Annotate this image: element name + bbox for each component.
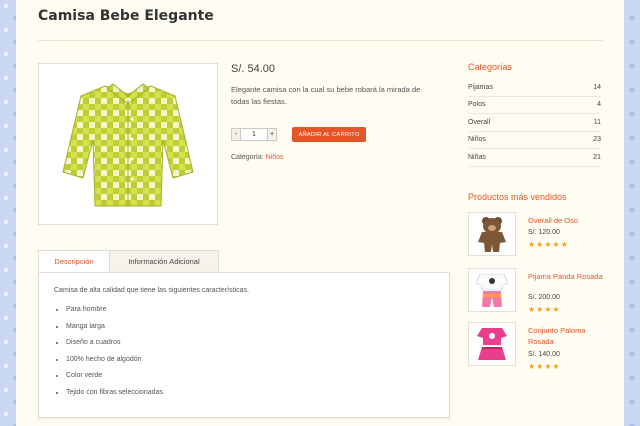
list-item: Color verde <box>66 372 163 389</box>
product-short-description: Elegante camisa con la cual su bebe roba… <box>231 85 421 106</box>
product-price: S/. 140.00 <box>528 351 560 358</box>
list-item: 100% hecho de algodón <box>66 356 163 373</box>
category-count: 4 <box>597 101 601 109</box>
category-count: 14 <box>593 83 601 91</box>
category-name: Niños <box>468 136 486 144</box>
product-tabs: Descripción Información Adicional <box>38 250 219 272</box>
category-name: Niñas <box>468 153 486 161</box>
tab-description[interactable]: Descripción <box>38 250 110 272</box>
best-seller-item: Conjunto Paloma Rosada S/. 140.00 ★★★★ <box>468 322 604 371</box>
add-to-cart-button[interactable]: AÑADIR AL CARRITO <box>292 127 366 142</box>
product-thumbnail[interactable] <box>468 322 516 366</box>
category-item[interactable]: Polos 4 <box>468 97 601 114</box>
page-content: Camisa Bebe Elegante S/. 54.00 Elegante … <box>16 0 624 426</box>
product-category: Categoría: Niños <box>231 154 284 161</box>
category-item[interactable]: Niños 23 <box>468 132 601 149</box>
star-rating: ★★★★ <box>528 305 561 314</box>
product-price: S/. 120.00 <box>528 229 560 236</box>
category-count: 21 <box>593 153 601 161</box>
list-item: Diseño a cuadros <box>66 339 163 356</box>
panda-pajama-image <box>475 273 509 307</box>
product-name-link[interactable]: Overall de Oso <box>528 215 604 226</box>
category-name: Pijamas <box>468 83 493 91</box>
tab-additional-info[interactable]: Información Adicional <box>110 250 219 272</box>
product-image[interactable] <box>38 63 218 225</box>
category-list: Pijamas 14 Polos 4 Overall 11 Niños 23 Niñas… <box>468 79 601 167</box>
best-seller-item: Overall de Oso S/. 120.00 ★★★★★ <box>468 212 603 258</box>
category-link[interactable]: Niños <box>266 154 284 161</box>
quantity-increase-button[interactable]: + <box>267 128 277 141</box>
list-item: Tejido con fibras seleccionadas <box>66 389 163 406</box>
product-thumbnail[interactable] <box>468 268 516 312</box>
description-intro: Camisa de alta calidad que tiene las sig… <box>54 287 249 294</box>
star-rating: ★★★★★ <box>528 240 569 249</box>
quantity-input[interactable]: 1 <box>241 128 267 141</box>
best-seller-item: Pijama Panda Rosada S/. 200.00 ★★★★ <box>468 268 603 314</box>
feature-list: Para hombre Manga larga Diseño a cuadros… <box>54 306 163 405</box>
category-count: 23 <box>593 136 601 144</box>
star-rating: ★★★★ <box>528 362 561 371</box>
bear-overall-image <box>478 217 506 252</box>
category-count: 11 <box>593 118 601 126</box>
list-item: Manga larga <box>66 323 163 340</box>
product-price: S/. 54.00 <box>231 63 276 75</box>
pink-outfit-image <box>477 328 507 360</box>
category-item[interactable]: Niñas 21 <box>468 149 601 167</box>
category-label: Categoría: <box>231 154 264 161</box>
list-item: Para hombre <box>66 306 163 323</box>
quantity-decrease-button[interactable]: - <box>231 128 241 141</box>
product-title: Camisa Bebe Elegante <box>38 8 214 24</box>
best-sellers-title: Productos más vendidos <box>468 192 567 202</box>
category-item[interactable]: Pijamas 14 <box>468 79 601 97</box>
quantity-stepper: - 1 + <box>231 128 277 141</box>
plaid-shirt-image <box>62 83 194 207</box>
title-divider <box>38 40 603 41</box>
description-panel: Camisa de alta calidad que tiene las sig… <box>38 272 450 418</box>
product-price: S/. 200.00 <box>528 294 560 301</box>
product-thumbnail[interactable] <box>468 212 516 256</box>
product-name-link[interactable]: Pijama Panda Rosada <box>528 271 604 282</box>
category-name: Overall <box>468 118 491 126</box>
category-item[interactable]: Overall 11 <box>468 114 601 132</box>
category-name: Polos <box>468 101 486 109</box>
categories-title: Categorías <box>468 62 513 72</box>
product-name-link[interactable]: Conjunto Paloma Rosada <box>528 325 604 347</box>
